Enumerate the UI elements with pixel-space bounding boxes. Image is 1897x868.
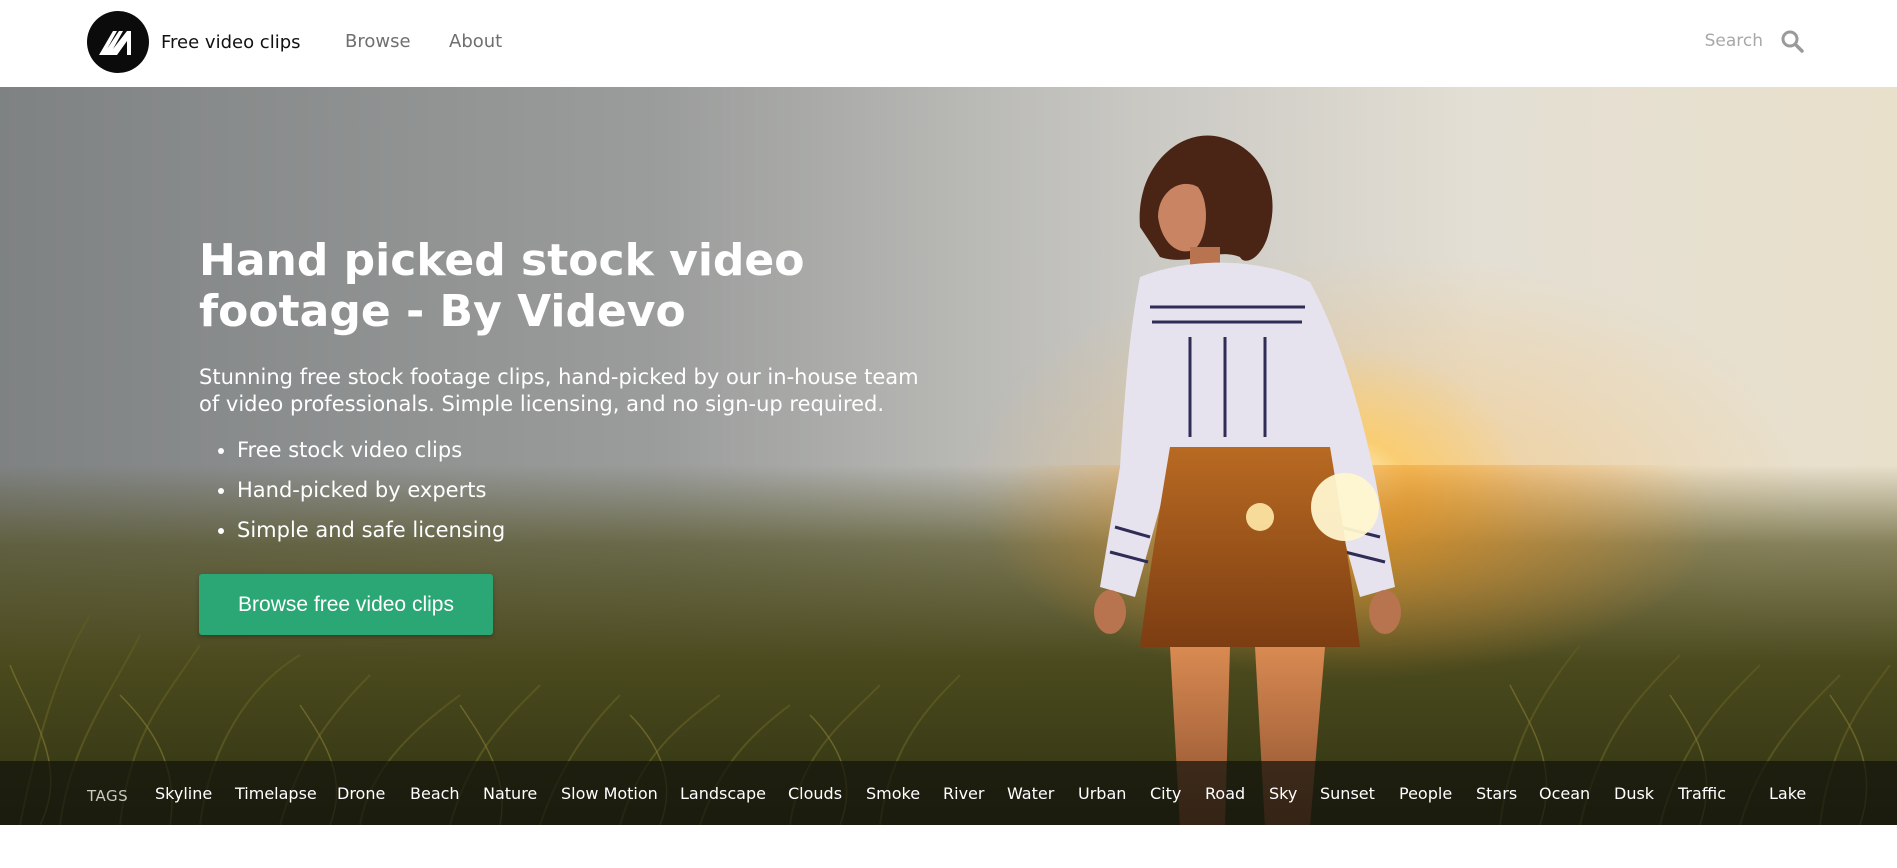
- tag-link-urban[interactable]: Urban: [1078, 784, 1126, 803]
- videvo-logo-icon: [87, 11, 149, 73]
- tag-link-lake[interactable]: Lake: [1769, 784, 1806, 803]
- tag-link-traffic[interactable]: Traffic: [1678, 784, 1726, 803]
- tag-link-ocean[interactable]: Ocean: [1539, 784, 1590, 803]
- nav-about[interactable]: About: [449, 31, 502, 52]
- tag-link-road[interactable]: Road: [1205, 784, 1245, 803]
- hero-banner: Hand picked stock video footage - By Vid…: [0, 87, 1897, 825]
- tag-link-water[interactable]: Water: [1007, 784, 1054, 803]
- tag-link-dusk[interactable]: Dusk: [1614, 784, 1654, 803]
- list-item: Simple and safe licensing: [237, 510, 959, 550]
- tags-label: TAGS: [87, 787, 129, 805]
- site-header: Free video clips Browse About: [0, 0, 1897, 87]
- tag-link-nature[interactable]: Nature: [483, 784, 537, 803]
- nav-browse[interactable]: Browse: [345, 31, 411, 52]
- hero-woman-figure: [1094, 135, 1401, 825]
- tag-link-people[interactable]: People: [1399, 784, 1452, 803]
- hero-title: Hand picked stock video footage - By Vid…: [199, 235, 805, 337]
- tag-link-sunset[interactable]: Sunset: [1320, 784, 1375, 803]
- browse-free-clips-button[interactable]: Browse free video clips: [199, 574, 493, 635]
- tag-link-sky[interactable]: Sky: [1269, 784, 1297, 803]
- search-button[interactable]: [1779, 28, 1805, 54]
- search-box: [1667, 28, 1805, 54]
- tag-link-clouds[interactable]: Clouds: [788, 784, 842, 803]
- tag-link-slow-motion[interactable]: Slow Motion: [561, 784, 658, 803]
- list-item: Free stock video clips: [237, 430, 959, 470]
- tag-link-stars[interactable]: Stars: [1476, 784, 1517, 803]
- tag-link-beach[interactable]: Beach: [410, 784, 460, 803]
- tags-bar: TAGS Skyline Timelapse Drone Beach Natur…: [0, 761, 1897, 825]
- tag-link-city[interactable]: City: [1150, 784, 1181, 803]
- search-icon: [1781, 30, 1804, 53]
- tag-link-drone[interactable]: Drone: [337, 784, 385, 803]
- tag-link-river[interactable]: River: [943, 784, 984, 803]
- tag-link-skyline[interactable]: Skyline: [155, 784, 212, 803]
- tag-link-smoke[interactable]: Smoke: [866, 784, 920, 803]
- search-input[interactable]: [1667, 31, 1763, 51]
- site-name: Free video clips: [161, 31, 301, 53]
- hero-features-list: Free stock video clips Hand-picked by ex…: [237, 430, 959, 550]
- list-item: Hand-picked by experts: [237, 470, 959, 510]
- content-section-top: [0, 825, 1897, 868]
- hero-description: Stunning free stock footage clips, hand-…: [199, 365, 919, 416]
- hero-content: Hand picked stock video footage - By Vid…: [199, 235, 959, 550]
- tag-link-timelapse[interactable]: Timelapse: [235, 784, 317, 803]
- tag-link-landscape[interactable]: Landscape: [680, 784, 766, 803]
- home-link[interactable]: Free video clips: [87, 11, 301, 73]
